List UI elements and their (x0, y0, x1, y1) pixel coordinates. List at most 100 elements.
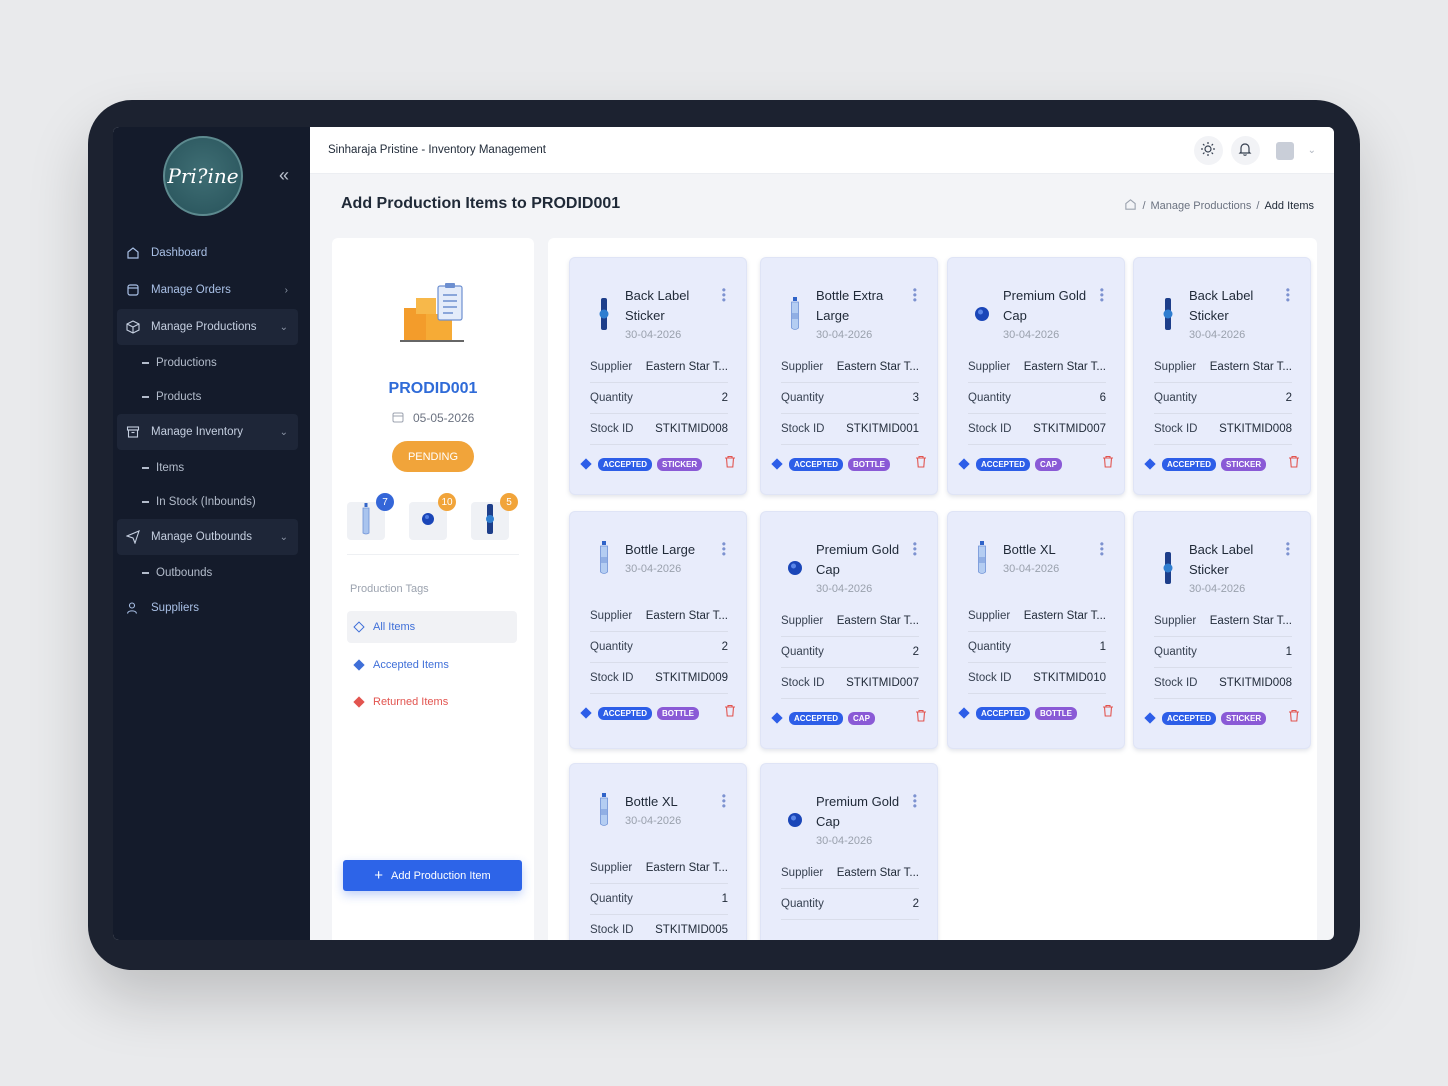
diamond-icon (580, 707, 592, 719)
add-production-item-button[interactable]: + Add Production Item (343, 860, 522, 891)
sidebar-item-suppliers[interactable]: Suppliers (117, 590, 298, 626)
collapse-sidebar-icon[interactable]: « (279, 165, 289, 186)
more-options-icon[interactable]: • • • (913, 538, 917, 560)
breadcrumb-link[interactable]: Manage Productions (1151, 200, 1252, 212)
sidebar-subitem-in-stock[interactable]: In Stock (Inbounds) (117, 485, 298, 519)
item-title-block: Bottle Large 30-04-2026 (625, 540, 720, 578)
trash-icon[interactable] (1288, 709, 1300, 727)
sidebar-item-label: Manage Productions (151, 321, 257, 333)
supplier-row: Supplier Eastern Star T... (590, 853, 728, 884)
trash-icon[interactable] (915, 709, 927, 727)
tag-label: All Items (373, 621, 416, 633)
more-options-icon[interactable]: • • • (722, 284, 726, 306)
sidebar-subitem-productions[interactable]: Productions (117, 346, 298, 380)
supplier-row: Supplier Eastern Star T... (1154, 606, 1292, 637)
item-tags: ACCEPTED CAP (958, 455, 1114, 473)
item-date: 30-04-2026 (1189, 329, 1246, 341)
field-value: 2 (1285, 392, 1292, 404)
more-options-icon[interactable]: • • • (722, 538, 726, 560)
production-item-card[interactable]: Back Label Sticker 30-04-2026 • • • Suppli… (1133, 257, 1311, 495)
send-icon (125, 529, 141, 545)
sidebar-subitem-label: In Stock (Inbounds) (156, 496, 256, 508)
sidebar-subitem-products[interactable]: Products (117, 380, 298, 414)
field-value: Eastern Star T... (645, 361, 728, 373)
more-options-icon[interactable]: • • • (1100, 284, 1104, 306)
bottle-icon (594, 792, 614, 828)
production-date-value: 05-05-2026 (412, 411, 475, 425)
production-item-card[interactable]: Back Label Sticker 30-04-2026 • • • Suppli… (569, 257, 747, 495)
more-options-icon[interactable]: • • • (1100, 538, 1104, 560)
main-content: Sinharaja Pristine - Inventory Managemen… (310, 127, 1334, 940)
item-date: 30-04-2026 (816, 329, 873, 341)
category-badge: CAP (848, 711, 875, 725)
field-value: Eastern Star T... (1209, 361, 1292, 373)
home-icon[interactable] (1124, 198, 1137, 214)
sticker-count-thumb[interactable]: 5 (471, 493, 518, 540)
sidebar-item-label: Dashboard (151, 247, 208, 259)
notifications-button[interactable] (1230, 136, 1260, 165)
cap-count-thumb[interactable]: 10 (409, 493, 456, 540)
item-title-block: Bottle XL 30-04-2026 (1003, 540, 1098, 578)
field-value: STKITMID009 (655, 672, 728, 684)
field-label: Stock ID (1154, 677, 1198, 689)
trash-icon[interactable] (1102, 455, 1114, 473)
tag-accepted-items[interactable]: Accepted Items (347, 649, 517, 681)
sidebar-item-manage-outbounds[interactable]: Manage Outbounds ⌄ (117, 519, 298, 555)
trash-icon[interactable] (724, 704, 736, 722)
chevron-down-icon[interactable]: ⌄ (1308, 145, 1316, 156)
sidebar-item-dashboard[interactable]: Dashboard (117, 235, 298, 271)
trash-icon[interactable] (915, 455, 927, 473)
field-label: Supplier (590, 610, 633, 622)
supplier-row: Supplier Eastern Star T... (968, 352, 1106, 383)
sidebar-item-manage-inventory[interactable]: Manage Inventory ⌄ (117, 414, 298, 450)
trash-icon[interactable] (1102, 704, 1114, 722)
trash-icon[interactable] (1288, 455, 1300, 473)
field-label: Stock ID (781, 423, 825, 435)
field-value: 2 (721, 392, 728, 404)
sidebar-subitem-items[interactable]: Items (117, 451, 298, 485)
theme-toggle-button[interactable] (1193, 136, 1223, 165)
sticker-icon (1158, 550, 1178, 586)
more-options-icon[interactable]: • • • (913, 790, 917, 812)
production-item-card[interactable]: Back Label Sticker 30-04-2026 • • • Suppli… (1133, 511, 1311, 749)
field-label: Quantity (590, 641, 633, 653)
production-item-card[interactable]: Premium Gold Cap 30-04-2026 • • • Supplier… (947, 257, 1125, 495)
accepted-badge: ACCEPTED (789, 711, 844, 725)
accepted-badge: ACCEPTED (1162, 711, 1217, 725)
breadcrumb-separator: / (1142, 200, 1146, 212)
production-item-card[interactable]: Bottle Large 30-04-2026 • • • Supplier Eas… (569, 511, 747, 749)
tag-all-items[interactable]: All Items (347, 611, 517, 643)
field-value: Eastern Star T... (836, 867, 919, 879)
user-avatar[interactable] (1275, 141, 1294, 160)
production-item-card[interactable]: Bottle XL 30-04-2026 • • • Supplier Easter… (947, 511, 1125, 749)
tag-returned-items[interactable]: Returned Items (347, 686, 517, 718)
breadcrumb: / Manage Productions / Add Items (1124, 198, 1314, 214)
field-value: 2 (912, 898, 919, 910)
production-item-card[interactable]: Bottle XL 30-04-2026 • • • Supplier Easter… (569, 763, 747, 940)
more-options-icon[interactable]: • • • (1286, 284, 1290, 306)
sidebar-subitem-outbounds[interactable]: Outbounds (117, 556, 298, 590)
production-item-card[interactable]: Bottle Extra Large 30-04-2026 • • • Suppli… (760, 257, 938, 495)
sidebar-item-manage-orders[interactable]: Manage Orders › (117, 272, 298, 308)
production-item-card[interactable]: Premium Gold Cap 30-04-2026 • • • Supplier… (760, 763, 938, 940)
box-icon (125, 319, 141, 335)
bottle-icon (972, 540, 992, 576)
more-options-icon[interactable]: • • • (1286, 538, 1290, 560)
bottle-count-thumb[interactable]: 7 (347, 493, 394, 540)
more-options-icon[interactable]: • • • (913, 284, 917, 306)
app-logo[interactable]: Pri?ine (163, 136, 243, 216)
more-options-icon[interactable]: • • • (722, 790, 726, 812)
sidebar: Pri?ine « Dashboard Manage Orders › Mana… (113, 127, 310, 940)
sidebar-item-manage-productions[interactable]: Manage Productions ⌄ (117, 309, 298, 345)
trash-icon[interactable] (724, 455, 736, 473)
field-label: Supplier (781, 361, 824, 373)
supplier-row: Supplier Eastern Star T... (1154, 352, 1292, 383)
category-badge: STICKER (1221, 457, 1267, 471)
stock-id-row: Stock ID STKITMID001 (781, 414, 919, 445)
supplier-row: Supplier Eastern Star T... (781, 858, 919, 889)
production-item-card[interactable]: Premium Gold Cap 30-04-2026 • • • Supplier… (760, 511, 938, 749)
chevron-down-icon: ⌄ (279, 321, 288, 333)
item-title-block: Bottle XL 30-04-2026 (625, 792, 720, 830)
sidebar-nav: Dashboard Manage Orders › Manage Product… (117, 235, 298, 627)
field-label: Stock ID (968, 423, 1012, 435)
